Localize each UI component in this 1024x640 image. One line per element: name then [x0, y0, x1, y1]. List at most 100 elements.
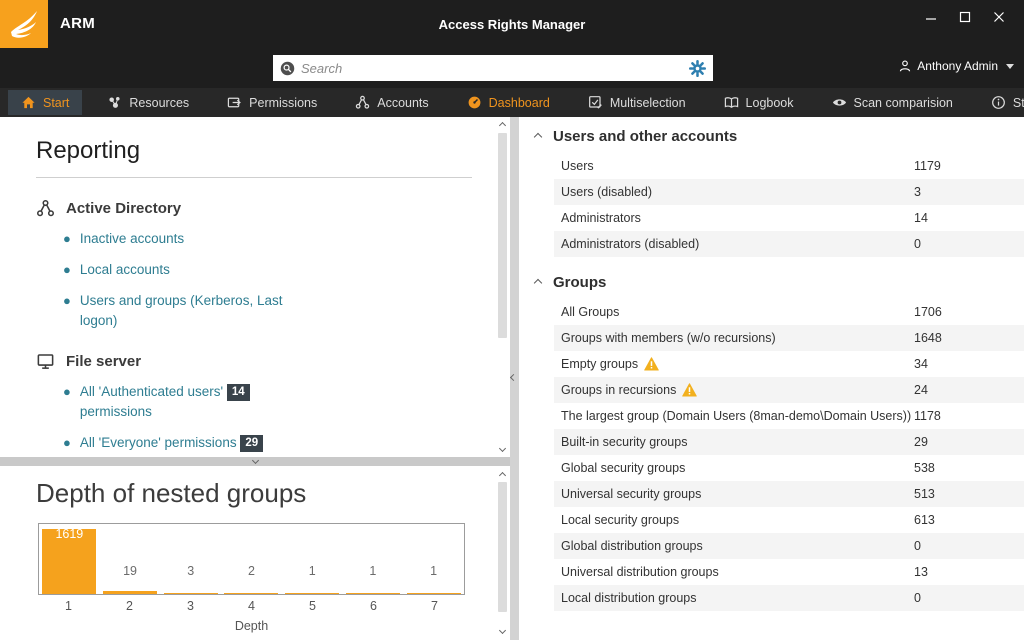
tab-permissions[interactable]: Permissions [214, 90, 330, 115]
report-link-users-groups-kerberos[interactable]: ● Users and groups (Kerberos, Last logon… [63, 291, 323, 331]
table-row[interactable]: Groups in recursions 24 [554, 377, 1024, 403]
book-icon [724, 95, 739, 110]
x-tick-label: 6 [343, 599, 404, 613]
report-link-authenticated-users-permissions[interactable]: ● All 'Authenticated users' 14 permissio… [63, 382, 323, 422]
scroll-up-arrow[interactable] [498, 122, 505, 129]
table-row[interactable]: Universal distribution groups13 [554, 559, 1024, 585]
users-stats-table: Users1179 Users (disabled)3 Administrato… [554, 153, 1024, 257]
bullet-icon: ● [63, 433, 71, 453]
x-tick-label: 4 [221, 599, 282, 613]
tab-dashboard[interactable]: Dashboard [454, 90, 563, 115]
bar-value-label: 2 [221, 564, 282, 578]
bar-slot: 1 [282, 524, 343, 594]
table-row[interactable]: Built-in security groups29 [554, 429, 1024, 455]
user-menu[interactable]: Anthony Admin [898, 59, 1014, 73]
table-row[interactable]: Universal security groups513 [554, 481, 1024, 507]
tab-multiselection[interactable]: Multiselection [575, 90, 699, 115]
count-badge: 29 [240, 435, 263, 452]
search-box[interactable] [273, 55, 713, 81]
minimize-button[interactable] [914, 4, 948, 30]
user-icon [898, 59, 912, 73]
bar [407, 593, 461, 594]
tab-accounts[interactable]: Accounts [342, 90, 441, 115]
bar-value-label: 3 [160, 564, 221, 578]
search-row: Anthony Admin [0, 48, 1024, 88]
tab-start[interactable]: Start [8, 90, 82, 115]
warning-icon [682, 383, 697, 397]
bar-value-label: 1 [403, 564, 464, 578]
collapse-up-icon[interactable] [534, 132, 542, 140]
bar [285, 593, 339, 594]
resources-icon [107, 95, 122, 110]
eye-icon [832, 95, 847, 110]
tab-resources[interactable]: Resources [94, 90, 202, 115]
section-header-groups[interactable]: Groups [535, 274, 1024, 291]
table-row[interactable]: Users (disabled)3 [554, 179, 1024, 205]
bullet-icon: ● [63, 229, 71, 249]
chart-title: Depth of nested groups [36, 478, 510, 509]
main-navigation: Start Resources Permissions Accounts Das… [0, 88, 1024, 117]
collapse-up-icon[interactable] [534, 278, 542, 286]
table-row[interactable]: All Groups1706 [554, 299, 1024, 325]
x-tick-label: 1 [38, 599, 99, 613]
count-badge: 14 [227, 384, 250, 401]
bullet-icon: ● [63, 291, 71, 331]
scroll-down-arrow[interactable] [498, 445, 505, 452]
dashboard-panel: Users and other accounts Users1179 Users… [519, 117, 1024, 640]
maximize-button[interactable] [948, 4, 982, 30]
scrollbar-thumb[interactable] [498, 482, 507, 612]
bar-slot: 3 [160, 524, 221, 594]
tab-scan-comparison[interactable]: Scan comparision [819, 90, 966, 115]
table-row[interactable]: Groups with members (w/o recursions)1648 [554, 325, 1024, 351]
bar-value-label: 1 [343, 564, 404, 578]
x-tick-label: 5 [282, 599, 343, 613]
section-header-users[interactable]: Users and other accounts [535, 128, 1024, 145]
table-row[interactable]: Local distribution groups0 [554, 585, 1024, 611]
search-input[interactable] [301, 61, 689, 76]
chart-scrollbar[interactable] [496, 471, 508, 635]
close-button[interactable] [982, 4, 1016, 30]
x-tick-label: 2 [99, 599, 160, 613]
bullet-icon: ● [63, 382, 71, 422]
reporting-scrollbar[interactable] [496, 121, 508, 453]
report-link-inactive-accounts[interactable]: ● Inactive accounts [63, 229, 323, 249]
x-tick-label: 3 [160, 599, 221, 613]
collapse-left-icon[interactable] [510, 374, 517, 381]
window-title: Access Rights Manager [0, 17, 1024, 32]
bar [224, 593, 278, 594]
dashboard-gauge-icon [467, 95, 482, 110]
table-row[interactable]: Administrators14 [554, 205, 1024, 231]
table-row[interactable]: Users1179 [554, 153, 1024, 179]
table-row[interactable]: Local security groups613 [554, 507, 1024, 533]
main-content: Reporting Active Directory ● Inactive ac… [0, 117, 1024, 640]
tab-logbook[interactable]: Logbook [711, 90, 807, 115]
chart-panel: Depth of nested groups 16191932111 12345… [0, 466, 510, 640]
table-row[interactable]: Empty groups 34 [554, 351, 1024, 377]
section-file-server: File server [36, 352, 510, 371]
bar-slot: 1 [403, 524, 464, 594]
home-icon [21, 95, 36, 110]
scrollbar-thumb[interactable] [498, 133, 507, 338]
scroll-down-arrow[interactable] [498, 627, 505, 634]
bar-slot: 2 [221, 524, 282, 594]
table-row[interactable]: Administrators (disabled)0 [554, 231, 1024, 257]
report-link-local-accounts[interactable]: ● Local accounts [63, 260, 323, 280]
share-nodes-icon [36, 199, 55, 218]
search-settings-gear-icon[interactable] [689, 60, 706, 77]
table-row[interactable]: Global security groups538 [554, 455, 1024, 481]
report-link-everyone-permissions[interactable]: ● All 'Everyone' permissions 29 [63, 433, 323, 453]
groups-stats-table: All Groups1706 Groups with members (w/o … [554, 299, 1024, 611]
vertical-splitter[interactable] [510, 117, 519, 640]
horizontal-splitter[interactable] [0, 457, 510, 466]
reporting-title: Reporting [36, 137, 510, 165]
title-bar: ARM Access Rights Manager [0, 0, 1024, 48]
bar-slot: 1 [343, 524, 404, 594]
tab-status[interactable]: Status [978, 90, 1024, 115]
scroll-up-arrow[interactable] [498, 472, 505, 479]
table-row[interactable]: Global distribution groups0 [554, 533, 1024, 559]
divider [36, 177, 472, 178]
bar-slot: 1619 [39, 524, 100, 594]
collapse-down-icon[interactable] [251, 456, 258, 463]
table-row[interactable]: The largest group (Domain Users (8man-de… [554, 403, 1024, 429]
bullet-icon: ● [63, 260, 71, 280]
